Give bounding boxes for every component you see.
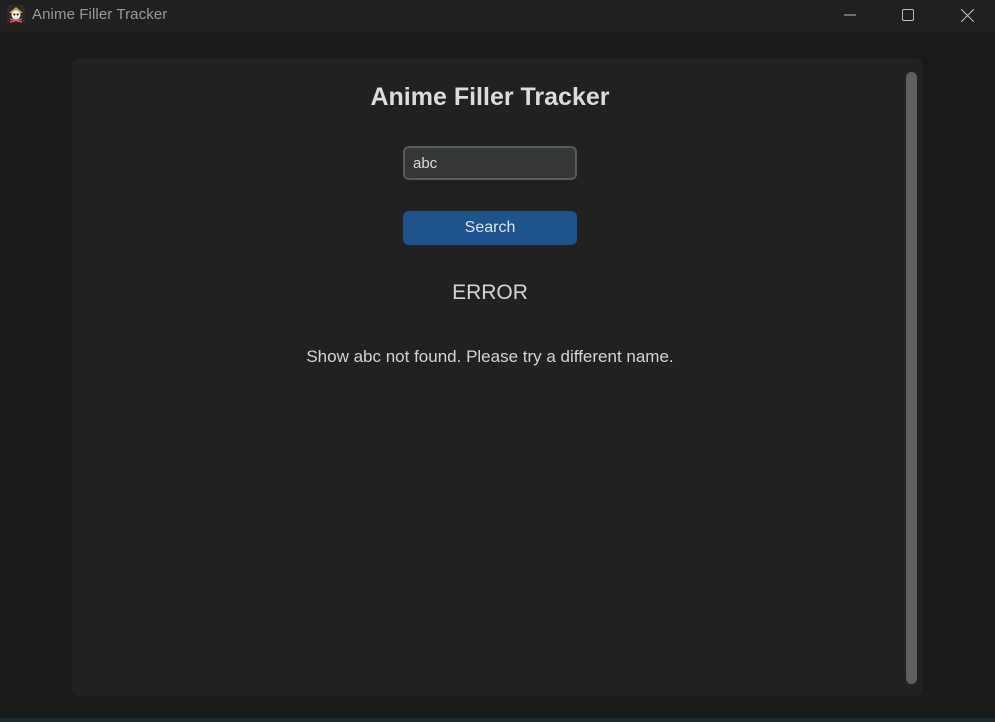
minimize-button[interactable] — [827, 0, 873, 30]
minimize-icon — [844, 14, 856, 16]
search-button[interactable]: Search — [403, 211, 577, 245]
search-input[interactable] — [403, 146, 577, 180]
pirate-skull-icon — [7, 5, 25, 23]
maximize-icon — [902, 9, 914, 21]
close-button[interactable] — [944, 0, 990, 30]
page-title: Anime Filler Tracker — [370, 83, 610, 111]
window-title: Anime Filler Tracker — [32, 6, 168, 23]
error-message: Show abc not found. Please try a differe… — [306, 347, 674, 366]
scrollbar-thumb[interactable] — [906, 72, 917, 684]
app-window: Anime Filler Tracker Anime Filler Tracke… — [0, 0, 995, 722]
maximize-button[interactable] — [885, 0, 931, 30]
scrollbar[interactable] — [906, 72, 917, 684]
error-title: ERROR — [452, 281, 528, 304]
close-icon — [960, 8, 974, 22]
window-bottom-border — [0, 718, 995, 722]
title-bar[interactable]: Anime Filler Tracker — [0, 0, 995, 32]
